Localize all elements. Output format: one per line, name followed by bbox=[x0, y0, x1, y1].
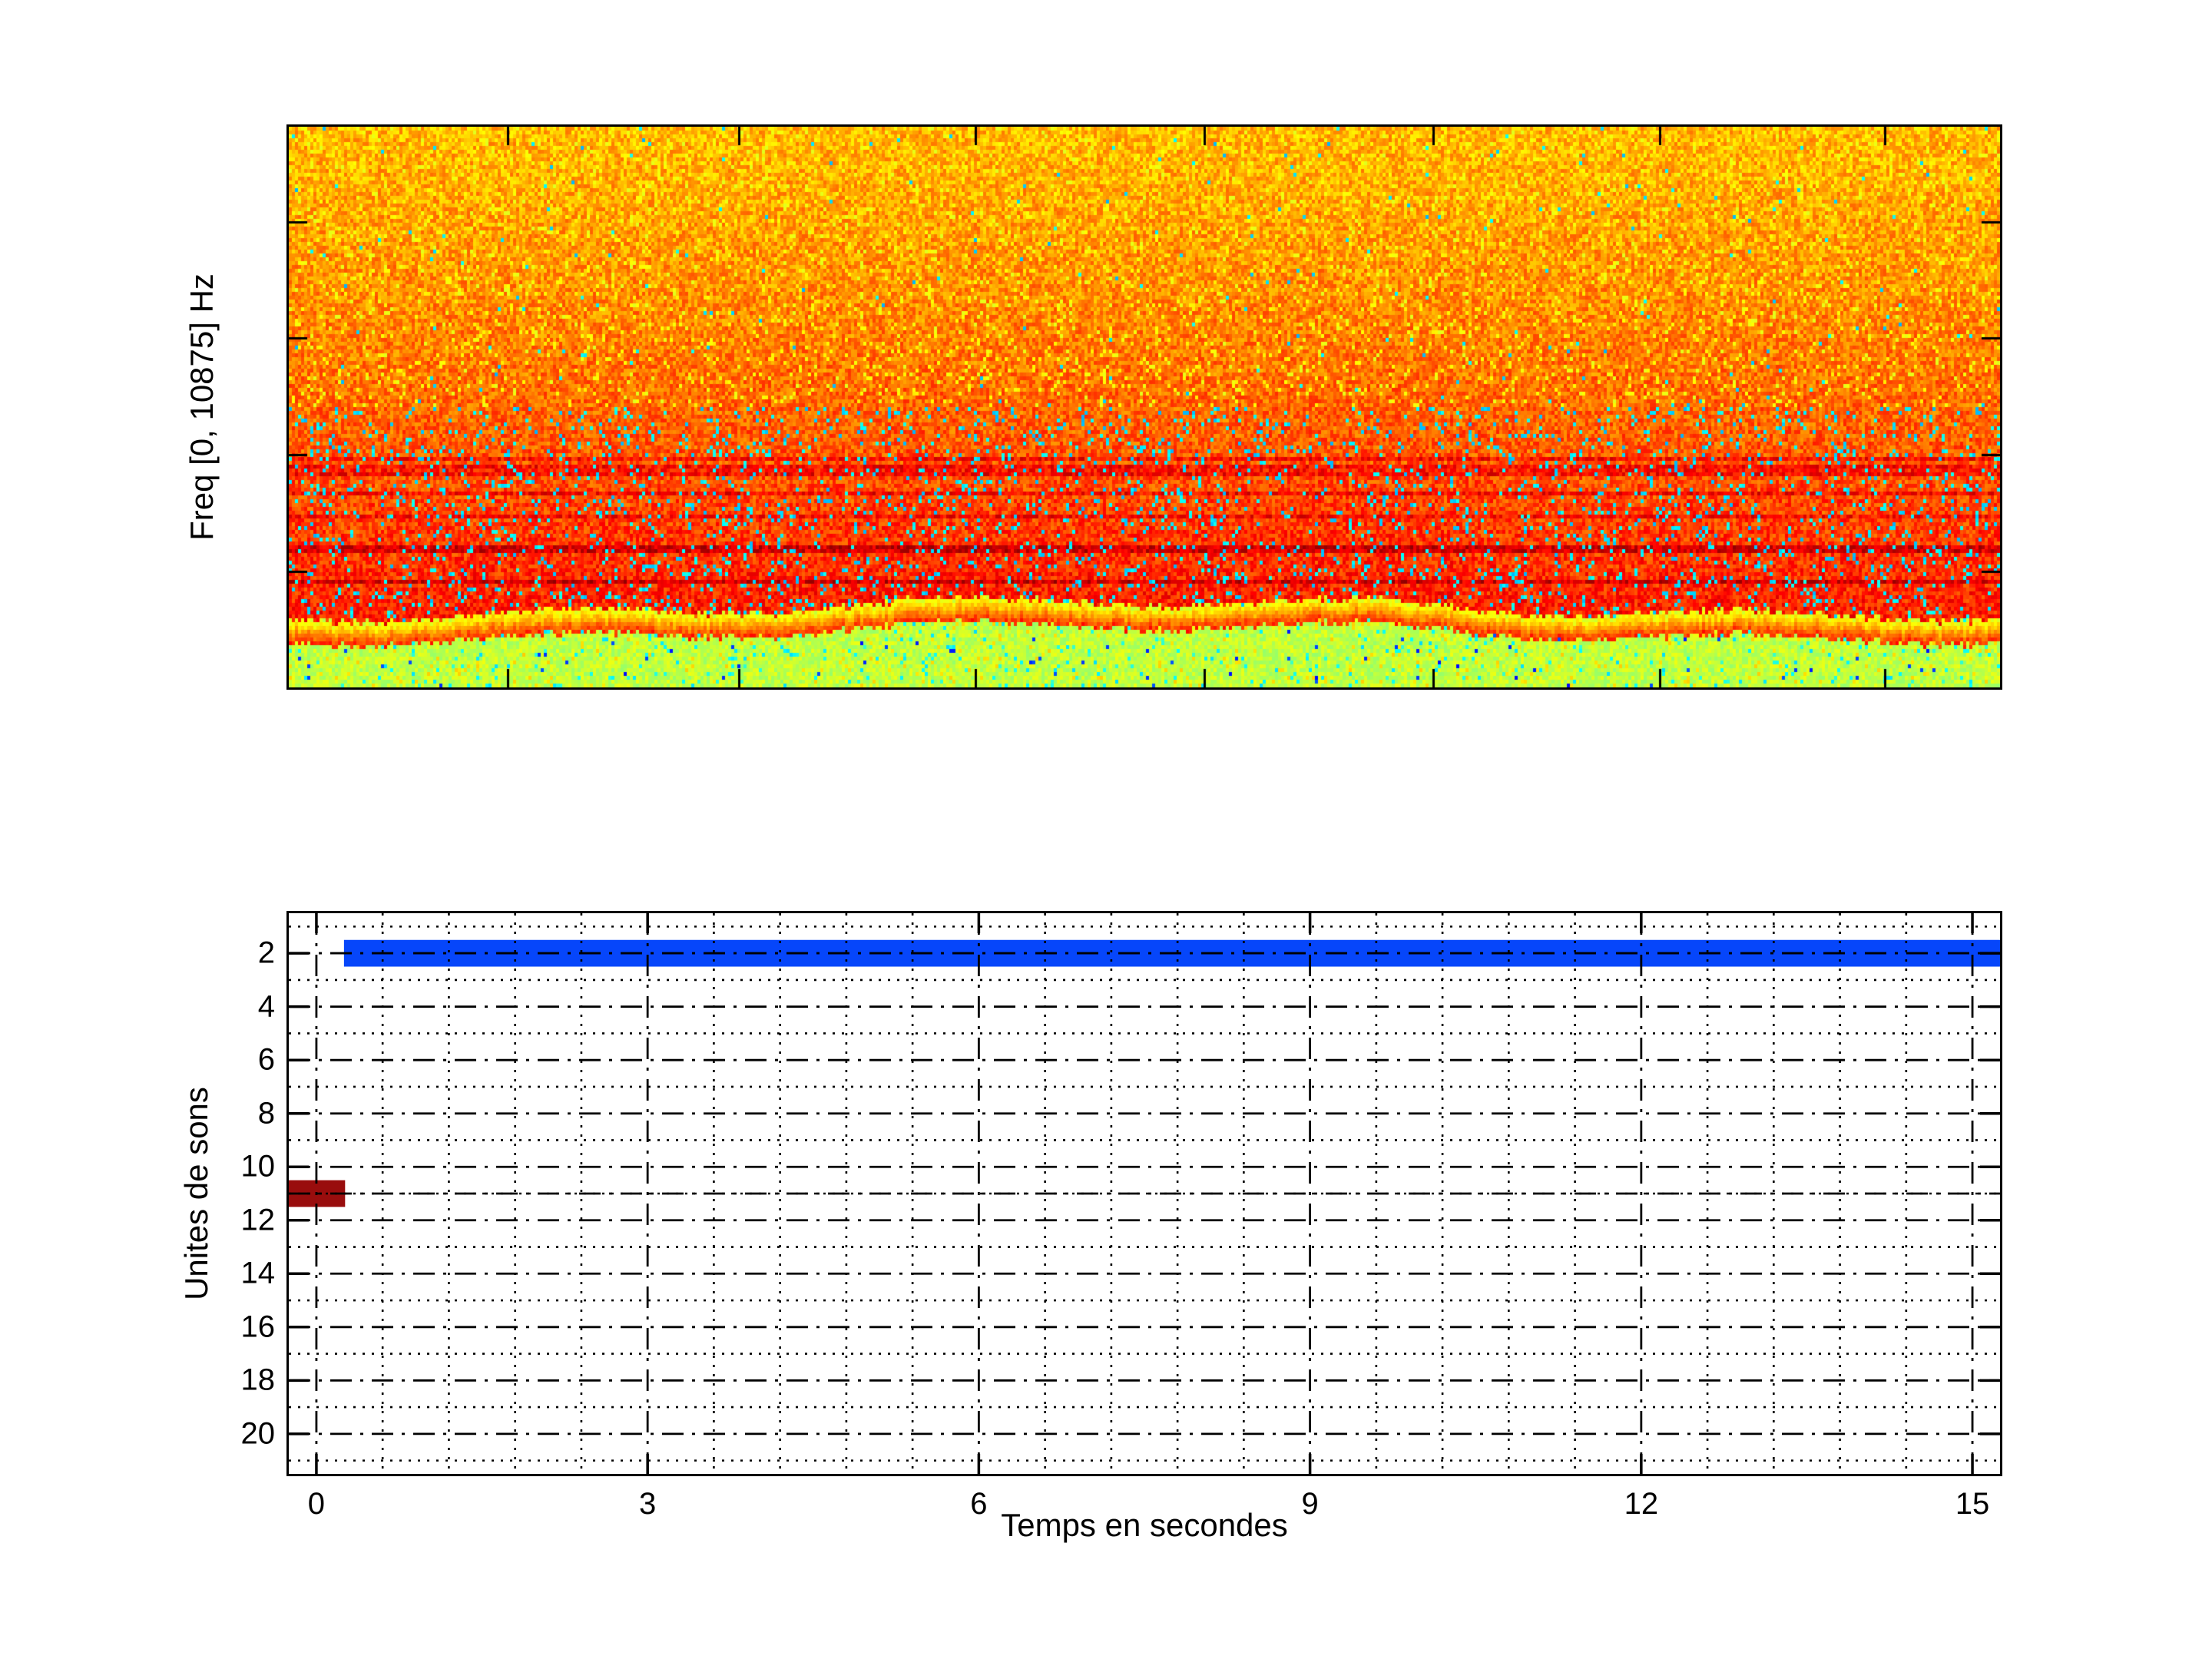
x-tick-label-0: 0 bbox=[308, 1487, 325, 1522]
timeline-axes bbox=[286, 911, 2002, 1476]
y-tick-label-16: 16 bbox=[167, 1310, 275, 1344]
x-tick-label-15: 15 bbox=[1955, 1487, 1990, 1522]
y-tick-label-20: 20 bbox=[167, 1416, 275, 1451]
y-tick-label-6: 6 bbox=[167, 1043, 275, 1078]
timeline-plot bbox=[289, 913, 2000, 1474]
x-tick-label-12: 12 bbox=[1624, 1487, 1659, 1522]
figure: Freq [0, 10875] Hz Unites de sons Temps … bbox=[0, 0, 2212, 1659]
y-tick-label-8: 8 bbox=[167, 1096, 275, 1131]
x-tick-label-3: 3 bbox=[639, 1487, 656, 1522]
spectrogram-ylabel: Freq [0, 10875] Hz bbox=[184, 273, 220, 541]
timeline-xlabel: Temps en secondes bbox=[1001, 1507, 1288, 1544]
y-tick-label-14: 14 bbox=[167, 1257, 275, 1291]
y-tick-label-12: 12 bbox=[167, 1203, 275, 1237]
y-tick-label-10: 10 bbox=[167, 1150, 275, 1184]
y-tick-label-4: 4 bbox=[167, 989, 275, 1024]
spectrogram-image bbox=[289, 127, 2000, 687]
x-tick-label-9: 9 bbox=[1301, 1487, 1318, 1522]
y-tick-label-18: 18 bbox=[167, 1363, 275, 1398]
x-tick-label-6: 6 bbox=[970, 1487, 987, 1522]
y-tick-label-2: 2 bbox=[167, 936, 275, 971]
spectrogram-axes bbox=[286, 124, 2002, 690]
